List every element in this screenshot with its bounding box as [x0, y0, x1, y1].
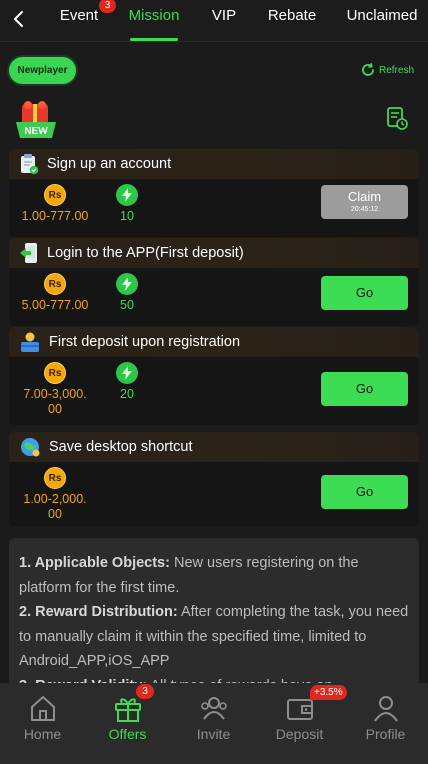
tab-unclaimed[interactable]: Unclaimed	[342, 0, 422, 42]
tab-event-label: Event	[59, 7, 99, 24]
cash-reward-value: 7.00-3,000. 00	[9, 387, 101, 417]
clipboard-check-icon	[21, 154, 39, 175]
tab-vip[interactable]: VIP	[204, 0, 244, 42]
tab-event[interactable]: Event 3	[56, 0, 116, 42]
points-reward: 50	[107, 273, 147, 312]
points-reward: 10	[107, 184, 147, 223]
nav-deposit-label: Deposit	[275, 726, 324, 742]
points-reward: 20	[107, 362, 147, 401]
new-gift-icon: NEW	[16, 101, 56, 138]
bottom-navigation: Home 3 Offers Invite +3.5% Deposit Profi…	[0, 683, 428, 764]
tab-mission-label: Mission	[128, 7, 180, 24]
nav-invite[interactable]: Invite	[171, 683, 256, 764]
task-card-desktop-shortcut: Save desktop shortcut Rs 1.00-2,000. 00 …	[9, 432, 419, 526]
rule-reward-distribution: 2. Reward Distribution: After completing…	[19, 600, 409, 674]
tab-rebate-label: Rebate	[267, 7, 317, 24]
tab-mission[interactable]: Mission	[124, 0, 184, 42]
cash-reward: Rs 1.00-2,000. 00	[9, 467, 101, 522]
profile-icon	[373, 696, 398, 722]
task-card-signup: Sign up an account Rs 1.00-777.00 10 Cla…	[9, 149, 419, 237]
task-header: First deposit upon registration	[9, 327, 419, 357]
task-header: Login to the APP(First deposit)	[9, 238, 419, 268]
claim-countdown: 20:45:12	[350, 206, 379, 213]
cash-reward-value-line2: 00	[48, 507, 62, 521]
cash-reward-value: 5.00-777.00	[21, 298, 89, 312]
nav-profile[interactable]: Profile	[343, 683, 428, 764]
newplayer-filter-pill[interactable]: Newplayer	[9, 57, 76, 84]
rupee-coin-icon: Rs	[44, 184, 66, 206]
active-tab-indicator	[130, 38, 178, 41]
mission-rules-panel: 1. Applicable Objects: New users registe…	[9, 538, 419, 686]
nav-offers-label: Offers	[108, 726, 147, 742]
top-tab-bar: Event 3 Mission VIP Rebate Unclaimed	[0, 0, 428, 42]
lightning-icon	[116, 362, 138, 384]
nav-home-label: Home	[23, 726, 62, 742]
cash-reward-value-line1: 1.00-2,000.	[23, 492, 87, 506]
go-button[interactable]: Go	[321, 276, 408, 310]
home-icon	[30, 696, 55, 721]
points-reward-value: 20	[120, 387, 134, 401]
nav-invite-label: Invite	[196, 726, 231, 742]
task-history-icon[interactable]	[386, 106, 408, 130]
task-reward-row: Rs 5.00-777.00 50 Go	[9, 268, 419, 326]
cash-reward: Rs 1.00-777.00	[9, 184, 101, 224]
claim-button[interactable]: Claim 20:45:12	[321, 185, 408, 219]
mission-filter-bar: Newplayer Refresh NEW	[0, 43, 428, 143]
invite-users-icon	[200, 697, 227, 720]
rule-title: 2. Reward Distribution:	[19, 604, 178, 620]
cash-reward-value: 1.00-2,000. 00	[9, 492, 101, 522]
go-button[interactable]: Go	[321, 475, 408, 509]
go-button[interactable]: Go	[321, 372, 408, 406]
rupee-coin-icon: Rs	[44, 467, 66, 489]
svg-text:NEW: NEW	[24, 126, 48, 137]
task-card-first-deposit: First deposit upon registration Rs 7.00-…	[9, 327, 419, 425]
task-header: Save desktop shortcut	[9, 432, 419, 462]
nav-offers[interactable]: 3 Offers	[85, 683, 170, 764]
nav-home[interactable]: Home	[0, 683, 85, 764]
lightning-icon	[116, 273, 138, 295]
user-deposit-icon	[21, 332, 39, 352]
rule-title: 1. Applicable Objects:	[19, 555, 170, 571]
task-title: Save desktop shortcut	[49, 439, 193, 455]
refresh-button[interactable]: Refresh	[360, 62, 414, 78]
task-title: First deposit upon registration	[49, 334, 241, 350]
cash-reward-value-line1: 7.00-3,000.	[23, 387, 87, 401]
rupee-coin-icon: Rs	[44, 273, 66, 295]
event-count-badge: 3	[99, 0, 116, 13]
rupee-coin-icon: Rs	[44, 362, 66, 384]
globe-shortcut-icon	[21, 438, 40, 457]
refresh-icon	[362, 62, 374, 76]
task-reward-row: Rs 7.00-3,000. 00 20 Go	[9, 357, 419, 425]
cash-reward: Rs 5.00-777.00	[9, 273, 101, 313]
back-arrow-icon[interactable]	[6, 6, 32, 32]
task-title: Sign up an account	[47, 156, 172, 172]
tab-unclaimed-label: Unclaimed	[346, 7, 418, 24]
task-title: Login to the APP(First deposit)	[47, 245, 244, 261]
tab-vip-label: VIP	[211, 7, 237, 24]
cash-reward: Rs 7.00-3,000. 00	[9, 362, 101, 417]
offers-count-badge: 3	[136, 684, 154, 699]
task-header: Sign up an account	[9, 149, 419, 179]
points-reward-value: 10	[120, 209, 134, 223]
claim-button-label: Claim	[347, 189, 382, 204]
rule-applicable-objects: 1. Applicable Objects: New users registe…	[19, 551, 409, 600]
task-reward-row: Rs 1.00-777.00 10 Claim 20:45:12	[9, 179, 419, 237]
cash-reward-value-line2: 00	[48, 402, 62, 416]
cash-reward-value: 1.00-777.00	[21, 209, 89, 223]
phone-login-icon	[20, 243, 37, 263]
refresh-label: Refresh	[378, 64, 414, 76]
tab-rebate[interactable]: Rebate	[264, 0, 320, 42]
nav-deposit[interactable]: +3.5% Deposit	[257, 683, 347, 764]
nav-profile-label: Profile	[365, 726, 406, 742]
points-reward-value: 50	[120, 298, 134, 312]
task-card-login-app: Login to the APP(First deposit) Rs 5.00-…	[9, 238, 419, 326]
task-reward-row: Rs 1.00-2,000. 00 Go	[9, 462, 419, 526]
lightning-icon	[116, 184, 138, 206]
deposit-bonus-badge: +3.5%	[310, 685, 347, 700]
